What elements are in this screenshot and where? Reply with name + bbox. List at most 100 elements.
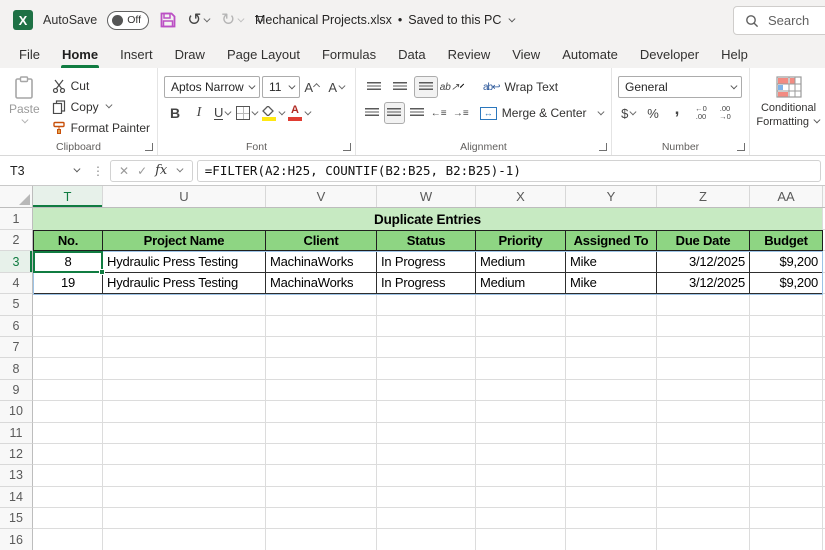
font-name-combo[interactable]: Aptos Narrow <box>164 76 260 98</box>
empty-cell[interactable] <box>266 401 377 422</box>
orientation-button[interactable]: ab↗ <box>440 76 464 98</box>
font-size-combo[interactable]: 11 <box>262 76 300 98</box>
empty-cell[interactable] <box>657 401 750 422</box>
empty-cell[interactable] <box>377 337 476 358</box>
data-cell[interactable]: $9,200 <box>750 251 823 272</box>
empty-cell[interactable] <box>266 423 377 444</box>
align-left-button[interactable] <box>362 102 382 124</box>
tab-page-layout[interactable]: Page Layout <box>216 40 311 68</box>
empty-cell[interactable] <box>750 316 823 337</box>
empty-cell[interactable] <box>103 380 266 401</box>
empty-cell[interactable] <box>266 358 377 379</box>
format-painter-button[interactable]: Format Painter <box>49 117 153 138</box>
row-header[interactable]: 9 <box>0 380 33 401</box>
merge-center-button[interactable]: ↔ Merge & Center <box>477 103 607 124</box>
tab-review[interactable]: Review <box>437 40 502 68</box>
tab-help[interactable]: Help <box>710 40 759 68</box>
empty-cell[interactable] <box>33 401 103 422</box>
select-all-button[interactable] <box>0 186 33 207</box>
formula-input[interactable]: =FILTER(A2:H25, COUNTIF(B2:B25, B2:B25)-… <box>197 160 821 182</box>
align-right-button[interactable] <box>407 102 427 124</box>
empty-cell[interactable] <box>377 401 476 422</box>
empty-cell[interactable] <box>103 508 266 529</box>
row-header[interactable]: 6 <box>0 316 33 337</box>
empty-cell[interactable] <box>566 508 657 529</box>
data-cell[interactable]: 19 <box>33 273 103 294</box>
name-box[interactable]: T3 <box>4 160 86 182</box>
empty-cell[interactable] <box>103 337 266 358</box>
data-cell[interactable]: Mike <box>566 251 657 272</box>
empty-cell[interactable] <box>566 465 657 486</box>
empty-cell[interactable] <box>103 465 266 486</box>
data-cell[interactable]: Mike <box>566 273 657 294</box>
empty-cell[interactable] <box>476 487 566 508</box>
header-cell[interactable]: Budget <box>750 230 823 251</box>
empty-cell[interactable] <box>33 529 103 550</box>
row-header[interactable]: 4 <box>0 273 33 294</box>
search-box[interactable]: Search <box>733 6 825 35</box>
empty-cell[interactable] <box>750 444 823 465</box>
tab-view[interactable]: View <box>501 40 551 68</box>
empty-cell[interactable] <box>266 444 377 465</box>
empty-cell[interactable] <box>377 316 476 337</box>
align-center-button[interactable] <box>384 102 404 124</box>
empty-cell[interactable] <box>566 529 657 550</box>
empty-cell[interactable] <box>657 423 750 444</box>
row-header[interactable]: 13 <box>0 465 33 486</box>
empty-cell[interactable] <box>266 508 377 529</box>
autosave-toggle[interactable]: Off <box>107 11 149 30</box>
row-header[interactable]: 7 <box>0 337 33 358</box>
column-header-AA[interactable]: AA <box>750 186 823 207</box>
copy-button[interactable]: Copy <box>49 96 153 117</box>
tab-draw[interactable]: Draw <box>164 40 216 68</box>
empty-cell[interactable] <box>566 423 657 444</box>
empty-cell[interactable] <box>657 487 750 508</box>
header-cell[interactable]: Due Date <box>657 230 750 251</box>
empty-cell[interactable] <box>750 508 823 529</box>
column-header-Y[interactable]: Y <box>566 186 657 207</box>
paste-button[interactable]: Paste <box>6 74 43 139</box>
header-cell[interactable]: Priority <box>476 230 566 251</box>
column-header-W[interactable]: W <box>377 186 476 207</box>
empty-cell[interactable] <box>103 401 266 422</box>
empty-cell[interactable] <box>33 444 103 465</box>
empty-cell[interactable] <box>266 380 377 401</box>
empty-cell[interactable] <box>657 508 750 529</box>
row-header[interactable]: 16 <box>0 529 33 550</box>
percent-style-button[interactable]: % <box>642 102 664 124</box>
cut-button[interactable]: Cut <box>49 75 153 96</box>
table-title-cell[interactable]: Duplicate Entries <box>33 208 823 230</box>
increase-indent-button[interactable]: →≡ <box>451 102 471 124</box>
empty-cell[interactable] <box>103 487 266 508</box>
empty-cell[interactable] <box>476 337 566 358</box>
empty-cell[interactable] <box>476 444 566 465</box>
tab-data[interactable]: Data <box>387 40 436 68</box>
conditional-formatting-button[interactable]: Conditional Formatting <box>756 102 821 130</box>
header-cell[interactable]: No. <box>33 230 103 251</box>
empty-cell[interactable] <box>266 487 377 508</box>
bold-button[interactable]: B <box>164 102 186 124</box>
column-header-V[interactable]: V <box>266 186 377 207</box>
increase-decimal-button[interactable]: ←0.00 <box>690 102 712 124</box>
empty-cell[interactable] <box>377 358 476 379</box>
insert-function-button[interactable]: fx <box>155 163 167 178</box>
row-header[interactable]: 15 <box>0 508 33 529</box>
empty-cell[interactable] <box>476 401 566 422</box>
empty-cell[interactable] <box>377 294 476 315</box>
saved-status[interactable]: Saved to this PC <box>408 13 501 27</box>
empty-cell[interactable] <box>657 444 750 465</box>
empty-cell[interactable] <box>657 316 750 337</box>
italic-button[interactable]: I <box>188 102 210 124</box>
empty-cell[interactable] <box>566 294 657 315</box>
empty-cell[interactable] <box>476 423 566 444</box>
empty-cell[interactable] <box>476 358 566 379</box>
empty-cell[interactable] <box>377 380 476 401</box>
top-align-button[interactable] <box>362 76 386 98</box>
empty-cell[interactable] <box>377 465 476 486</box>
empty-cell[interactable] <box>750 380 823 401</box>
data-cell[interactable]: 8 <box>33 251 103 272</box>
data-cell[interactable]: Hydraulic Press Testing <box>103 273 266 294</box>
data-cell[interactable]: In Progress <box>377 273 476 294</box>
tab-formulas[interactable]: Formulas <box>311 40 387 68</box>
empty-cell[interactable] <box>750 401 823 422</box>
